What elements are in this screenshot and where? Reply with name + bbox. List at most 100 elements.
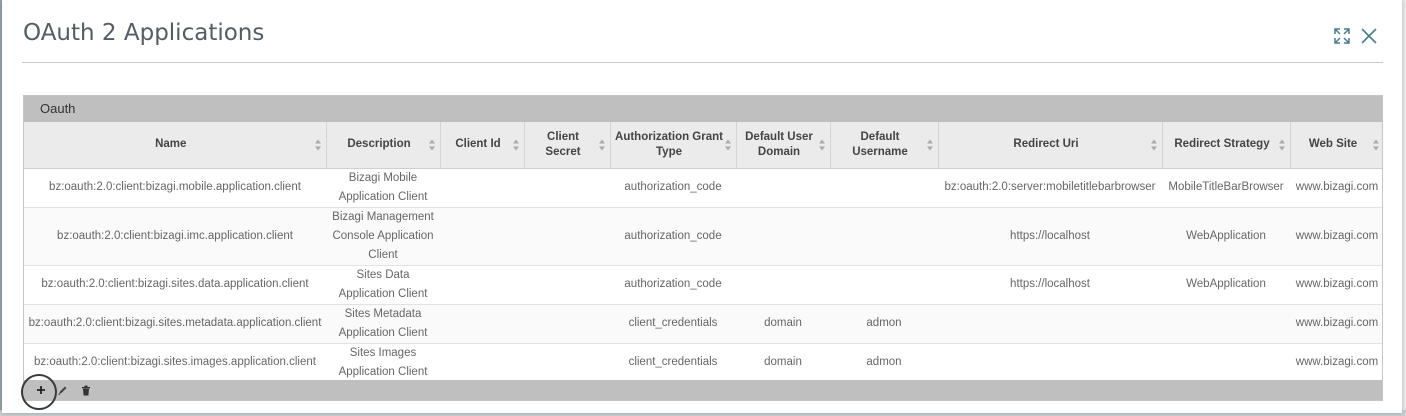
cell-redirect-strategy: WebApplication bbox=[1162, 207, 1290, 266]
cell-name: bz:oauth:2.0:client:bizagi.sites.data.ap… bbox=[24, 265, 326, 305]
cell-name: bz:oauth:2.0:client:bizagi.mobile.applic… bbox=[24, 168, 326, 208]
column-label: Redirect Uri bbox=[1013, 138, 1079, 151]
column-header-redirect-strategy[interactable]: Redirect Strategy bbox=[1162, 122, 1291, 169]
cell-client-secret bbox=[524, 343, 610, 383]
cell-client-id bbox=[440, 343, 524, 383]
grid-footer bbox=[24, 380, 1382, 400]
column-label: Description bbox=[347, 138, 411, 151]
sort-icon bbox=[512, 139, 519, 151]
cell-user-domain: domain bbox=[736, 343, 830, 383]
cell-redirect-uri: bz:oauth:2.0:server:mobiletitlebarbrowse… bbox=[938, 168, 1162, 208]
dialog-header: OAuth 2 Applications bbox=[22, 0, 1383, 63]
sort-icon bbox=[314, 139, 321, 151]
sort-icon bbox=[598, 139, 605, 151]
cell-redirect-strategy: MobileTitleBarBrowser bbox=[1162, 168, 1290, 208]
sort-icon bbox=[428, 139, 435, 151]
grid-caption: Oauth bbox=[24, 96, 1382, 122]
cell-name: bz:oauth:2.0:client:bizagi.imc.applicati… bbox=[24, 207, 326, 266]
sort-icon bbox=[1278, 139, 1285, 151]
column-header-description[interactable]: Description bbox=[326, 122, 441, 169]
column-header-web-site[interactable]: Web Site bbox=[1290, 122, 1382, 169]
cell-web-site: www.bizagi.com bbox=[1290, 304, 1382, 344]
cell-redirect-strategy: WebApplication bbox=[1162, 265, 1290, 305]
cell-client-secret bbox=[524, 265, 610, 305]
column-label: Redirect Strategy bbox=[1174, 138, 1270, 151]
cell-client-secret bbox=[524, 207, 610, 266]
column-header-grant-type[interactable]: Authorization Grant Type bbox=[610, 122, 737, 169]
column-header-client-secret[interactable]: Client Secret bbox=[524, 122, 611, 169]
column-header-client-id[interactable]: Client Id bbox=[440, 122, 525, 169]
cell-client-secret bbox=[524, 304, 610, 344]
cell-username bbox=[830, 207, 938, 266]
header-row: Name Description Client Id Client Secret… bbox=[24, 122, 1382, 169]
oauth-table: Name Description Client Id Client Secret… bbox=[24, 122, 1382, 383]
cell-grant-type: client_credentials bbox=[610, 343, 736, 383]
cell-user-domain: domain bbox=[736, 304, 830, 344]
table-row[interactable]: bz:oauth:2.0:client:bizagi.mobile.applic… bbox=[24, 168, 1382, 208]
sort-icon bbox=[818, 139, 825, 151]
cell-username bbox=[830, 265, 938, 305]
column-label: Default User Domain bbox=[745, 130, 813, 158]
cell-name: bz:oauth:2.0:client:bizagi.sites.metadat… bbox=[24, 304, 326, 344]
delete-button[interactable] bbox=[79, 383, 93, 397]
dialog-title: OAuth 2 Applications bbox=[23, 20, 265, 46]
oauth-grid: Oauth Name Description Client Id Client … bbox=[23, 95, 1383, 401]
cell-web-site: www.bizagi.com bbox=[1290, 343, 1382, 383]
sort-icon bbox=[724, 139, 731, 151]
oauth-dialog: OAuth 2 Applications Oauth Name Descript… bbox=[2, 0, 1402, 413]
column-header-username[interactable]: Default Username bbox=[830, 122, 939, 169]
table-row[interactable]: bz:oauth:2.0:client:bizagi.sites.data.ap… bbox=[24, 265, 1382, 305]
column-header-user-domain[interactable]: Default User Domain bbox=[736, 122, 831, 169]
cell-description: Bizagi Mobile Application Client bbox=[326, 168, 440, 208]
cell-client-id bbox=[440, 207, 524, 266]
cell-web-site: www.bizagi.com bbox=[1290, 168, 1382, 208]
sort-icon bbox=[926, 139, 933, 151]
add-button[interactable] bbox=[34, 383, 48, 397]
column-label: Web Site bbox=[1308, 138, 1358, 151]
cell-redirect-uri bbox=[938, 304, 1162, 344]
cell-grant-type: authorization_code bbox=[610, 207, 736, 266]
column-header-redirect-uri[interactable]: Redirect Uri bbox=[938, 122, 1163, 169]
cell-username: admon bbox=[830, 343, 938, 383]
plus-icon bbox=[37, 386, 45, 394]
cell-description: Bizagi Management Console Application Cl… bbox=[326, 207, 440, 266]
cell-client-id bbox=[440, 168, 524, 208]
column-label: Authorization Grant Type bbox=[615, 130, 723, 158]
cell-user-domain bbox=[736, 207, 830, 266]
expand-icon[interactable] bbox=[1332, 26, 1352, 46]
cell-redirect-uri: https://localhost bbox=[938, 265, 1162, 305]
sort-icon bbox=[1150, 139, 1157, 151]
cell-redirect-uri: https://localhost bbox=[938, 207, 1162, 266]
cell-user-domain bbox=[736, 168, 830, 208]
column-label: Default Username bbox=[852, 130, 908, 158]
cell-redirect-strategy bbox=[1162, 304, 1290, 344]
close-icon[interactable] bbox=[1359, 26, 1379, 46]
pencil-icon bbox=[57, 386, 66, 395]
cell-username bbox=[830, 168, 938, 208]
cell-username: admon bbox=[830, 304, 938, 344]
cell-redirect-strategy bbox=[1162, 343, 1290, 383]
table-row[interactable]: bz:oauth:2.0:client:bizagi.sites.images.… bbox=[24, 343, 1382, 383]
cell-description: Sites Metadata Application Client bbox=[326, 304, 440, 344]
cell-description: Sites Images Application Client bbox=[326, 343, 440, 383]
cell-web-site: www.bizagi.com bbox=[1290, 207, 1382, 266]
edit-button[interactable] bbox=[55, 383, 69, 397]
cell-description: Sites Data Application Client bbox=[326, 265, 440, 305]
cell-user-domain bbox=[736, 265, 830, 305]
column-header-name[interactable]: Name bbox=[24, 122, 327, 169]
column-label: Name bbox=[155, 138, 187, 151]
cell-grant-type: authorization_code bbox=[610, 265, 736, 305]
cell-redirect-uri bbox=[938, 343, 1162, 383]
cell-client-id bbox=[440, 265, 524, 305]
cell-grant-type: client_credentials bbox=[610, 304, 736, 344]
cell-web-site: www.bizagi.com bbox=[1290, 265, 1382, 305]
cell-client-secret bbox=[524, 168, 610, 208]
sort-icon bbox=[1372, 139, 1379, 151]
trash-icon bbox=[82, 385, 90, 395]
cell-grant-type: authorization_code bbox=[610, 168, 736, 208]
column-label: Client Secret bbox=[545, 130, 581, 158]
table-row[interactable]: bz:oauth:2.0:client:bizagi.imc.applicati… bbox=[24, 207, 1382, 266]
cell-client-id bbox=[440, 304, 524, 344]
table-row[interactable]: bz:oauth:2.0:client:bizagi.sites.metadat… bbox=[24, 304, 1382, 344]
column-label: Client Id bbox=[455, 138, 501, 151]
